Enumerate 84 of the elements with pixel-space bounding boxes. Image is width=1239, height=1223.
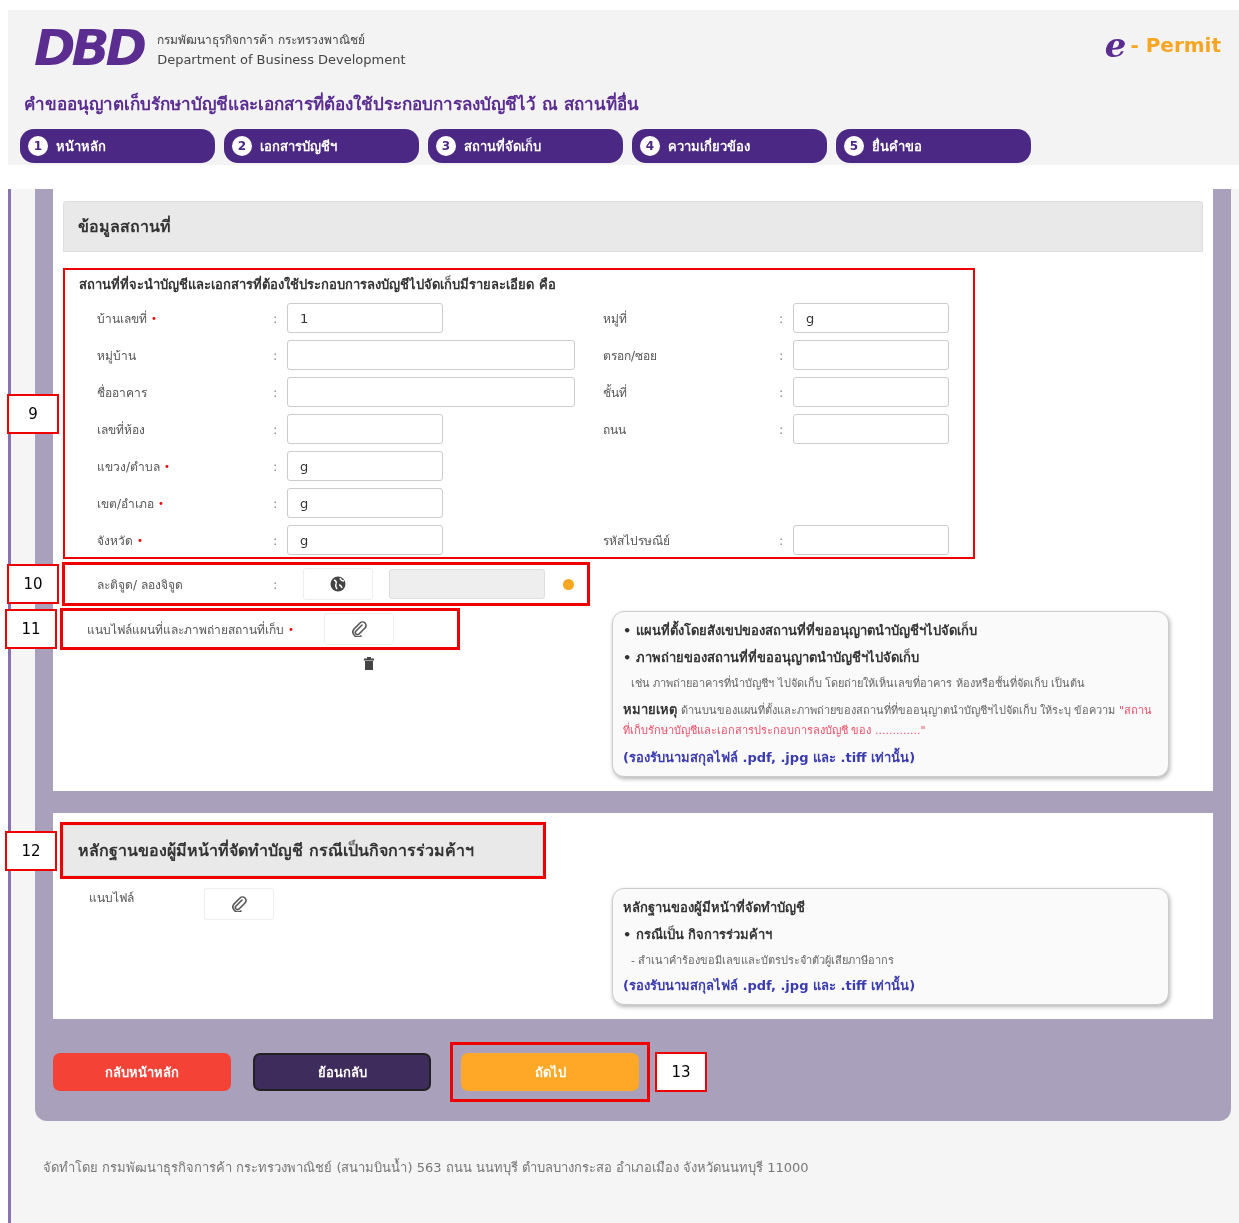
input-field[interactable] [287,340,575,370]
step-tab[interactable]: 1 หน้าหลัก [20,129,215,163]
section-header: หลักฐานของผู้มีหน้าที่จัดทำบัญชี กรณีเป็นกิจการร่วมค้าฯ [63,825,543,877]
input-field[interactable]: 1 [287,303,443,333]
callout-number: 13 [655,1052,707,1093]
field-label: ชั้นที่ [603,383,627,402]
org-name: กรมพัฒนาธุรกิจการค้า กระทรวงพาณิชย์ [157,31,366,49]
trash-icon[interactable] [363,657,375,670]
field-label: แนบไฟล์แผนที่และภาพถ่ายสถานที่เก็บ [87,620,284,639]
address-heading: สถานที่ที่จะนำบัญชีและเอกสารที่ต้องใช้ประกอบการลงบัญชีไปจัดเก็บมีรายละเอียด คือ [79,274,557,295]
info-bullet: • กรณีเป็น กิจการร่วมค้าฯ [623,924,774,945]
required-mark: • [158,497,164,509]
input-field[interactable]: g [287,525,443,555]
colon: : [273,347,279,363]
required-mark: • [137,534,143,546]
colon: : [273,495,279,511]
input-field[interactable]: g [793,303,949,333]
callout-number: 10 [7,564,59,604]
field-label: รหัสไปรษณีย์ [603,532,670,550]
colon: : [273,310,279,326]
field-label: ชื่ออาคาร [97,383,147,402]
logo: DBD [33,20,145,76]
attach-button[interactable] [204,888,274,921]
field-label: ละติจูด/ ลองจิจูด [97,578,183,592]
field-label: แนบไฟล์ [89,890,134,908]
info-bullet: • แผนที่ตั้งโดยสังเขปของสถานที่ที่ขออนุญาตนำบัญชีฯไปจัดเก็บ [623,620,1158,641]
attach-button[interactable] [323,613,394,645]
field-label: จังหวัด [97,532,133,550]
input-field[interactable] [287,377,575,407]
callout-number: 9 [7,393,59,434]
paperclip-icon [350,621,367,637]
field-label: ตรอก/ซอย [603,347,658,365]
file-format-note: (รองรับนามสกุลไฟล์ .pdf, .jpg และ .tiff เท่านั้น) [623,747,1158,769]
input-field[interactable] [793,377,949,407]
paperclip-icon [231,896,247,913]
org-name: Department of Business Development [157,51,406,67]
input-field[interactable]: g [287,451,443,481]
colon: : [779,384,785,400]
input-field[interactable] [793,525,949,555]
required-mark: • [164,460,170,472]
brand-name: - Permit [1130,33,1221,57]
field-label: แขวง/ตำบล [97,458,161,476]
colon: : [779,532,785,548]
step-tab[interactable]: 3 สถานที่จัดเก็บ [428,129,623,163]
input-field[interactable]: g [287,488,443,518]
footer-text: จัดทำโดย กรมพัฒนาธุรกิจการค้า กระทรวงพาณิชย์ (สนามบินน้ำ) 563 ถนน นนทบุรี ตำบลบางกระสอ อำเภอเมือง จังหวัดนนทบุรี 11000 [42,1157,810,1178]
colon: : [779,310,785,326]
colon: : [273,421,279,437]
colon: : [779,347,785,363]
field-label: หมู่บ้าน [97,347,136,365]
input-field[interactable] [793,340,949,370]
callout-number: 11 [5,609,57,649]
step-tab[interactable]: 2 เอกสารบัญชีฯ [224,129,419,163]
field-label: บ้านเลขที่ [97,309,147,328]
globe-icon [330,576,346,592]
map-button[interactable] [303,568,373,600]
field-label: หมู่ที่ [603,309,627,328]
input-field[interactable] [793,414,949,444]
callout-number: 12 [5,830,57,871]
info-note: - สำเนาคำร้องขอมีเลขและบัตรประจำตัวผู้เสียภาษีอากร [630,953,896,970]
info-bullet: • ภาพถ่ายของสถานที่ที่ขออนุญาตนำบัญชีฯไปจัดเก็บ [623,647,920,668]
home-button[interactable]: กลับหน้าหลัก [53,1053,231,1092]
field-label: เขต/อำเภอ [97,495,155,513]
info-dot-icon [563,578,574,590]
page-title: คำขออนุญาตเก็บรักษาบัญชีและเอกสารที่ต้องใช้ประกอบการลงบัญชีไว้ ณ สถานที่อื่น [24,91,640,117]
file-format-note: (รองรับนามสกุลไฟล์ .pdf, .jpg และ .tiff เท่านั้น) [623,975,1158,997]
field-label: ถนน [603,421,626,439]
required-mark: • [151,312,157,324]
colon: : [273,384,279,400]
step-tab[interactable]: 4 ความเกี่ยวข้อง [632,129,827,163]
input-field[interactable] [287,414,443,444]
colon: : [273,576,279,592]
brand-letter: e [1104,30,1127,60]
info-note: เช่น ภาพถ่ายอาคารที่นำบัญชีฯ ไปจัดเก็บ โดยถ่ายให้เห็นเลขที่อาคาร ห้องหรือชั้นที่จัดเก็บ เป็นต้น [630,674,1087,692]
colon: : [273,458,279,474]
field-label: เลขที่ห้อง [97,420,145,439]
remark-text: หมายเหตุ ด้านบนของแผนที่ตั้งและภาพถ่ายของสถานที่ที่ขออนุญาตนำบัญชีฯไปจัดเก็บ ให้ระบุ ข้อความ "สถานที่เก็บรักษาบัญชีและเอกสารประกอบการลงบัญชี ของ ............." [623,701,1154,740]
colon: : [273,532,279,548]
back-button[interactable]: ย้อนกลับ [253,1053,431,1092]
required-mark: • [288,623,294,635]
section-header: ข้อมูลสถานที่ [63,201,1203,252]
info-heading: หลักฐานของผู้มีหน้าที่จัดทำบัญชี [623,897,806,918]
step-tab[interactable]: 5 ยื่นคำขอ [836,129,1031,163]
colon: : [779,421,785,437]
